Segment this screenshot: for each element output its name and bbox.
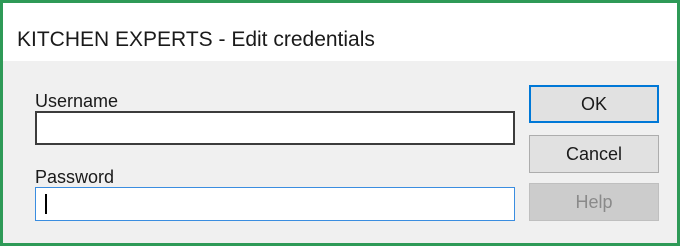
username-input[interactable] bbox=[35, 111, 515, 145]
ok-button[interactable]: OK bbox=[529, 85, 659, 123]
credentials-dialog: KITCHEN EXPERTS - Edit credentials Usern… bbox=[0, 0, 680, 246]
password-label: Password bbox=[35, 167, 115, 187]
password-input[interactable] bbox=[35, 187, 515, 221]
window-title: KITCHEN EXPERTS - Edit credentials bbox=[17, 28, 375, 51]
help-button[interactable]: Help bbox=[529, 183, 659, 221]
title-bar: KITCHEN EXPERTS - Edit credentials bbox=[3, 3, 677, 61]
cancel-button[interactable]: Cancel bbox=[529, 135, 659, 173]
username-label: Username bbox=[35, 91, 119, 111]
text-cursor bbox=[45, 194, 47, 214]
